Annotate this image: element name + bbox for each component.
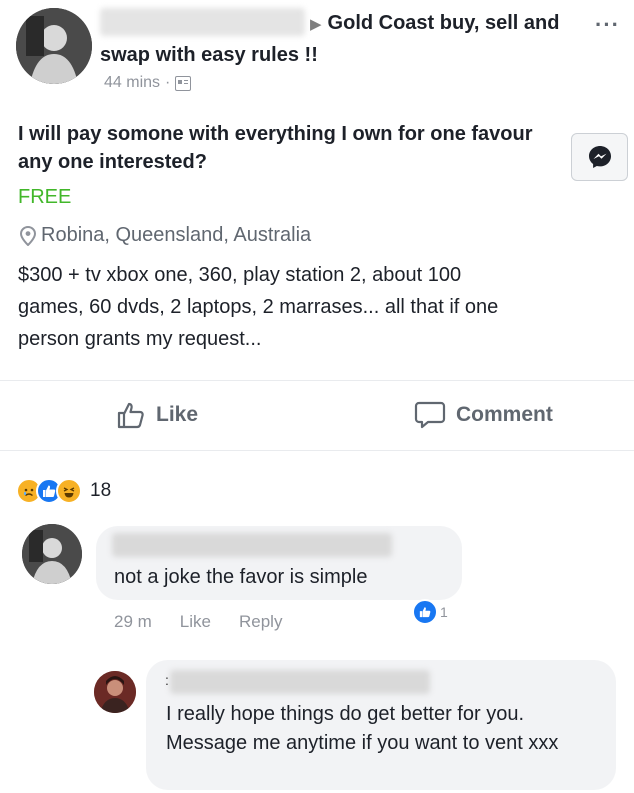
comment-text: not a joke the favor is simple xyxy=(114,566,368,588)
comment-icon xyxy=(414,401,446,429)
comment-reply-link[interactable]: Reply xyxy=(239,612,282,632)
location-pin-icon xyxy=(20,225,36,246)
listing-location: Robina, Queensland, Australia xyxy=(20,224,311,247)
reply-mark: : xyxy=(165,672,169,688)
more-options-button[interactable]: ··· xyxy=(595,12,620,38)
haha-reaction-icon xyxy=(56,478,82,504)
meta-separator: · xyxy=(165,74,171,91)
reaction-count: 18 xyxy=(90,480,112,501)
group-name-link[interactable]: Gold Coast buy, sell and swap with easy … xyxy=(100,12,559,66)
like-button[interactable]: Like xyxy=(116,400,198,430)
divider xyxy=(0,450,634,451)
comment-like-badge[interactable]: 1 xyxy=(412,599,448,625)
comment-like-count: 1 xyxy=(440,604,448,620)
comment-meta: 29 m Like Reply xyxy=(114,612,282,632)
post-time[interactable]: 44 mins xyxy=(104,74,160,92)
post-meta: 44 mins · xyxy=(104,74,192,92)
comment-time[interactable]: 29 m xyxy=(114,612,152,632)
commenter-name-redacted xyxy=(112,533,392,557)
listing-price: FREE xyxy=(18,186,72,208)
replier-name-redacted xyxy=(170,670,430,694)
marketplace-icon xyxy=(175,75,192,91)
replier-avatar[interactable] xyxy=(94,671,136,713)
thumbs-up-icon xyxy=(117,402,144,429)
commenter-avatar[interactable] xyxy=(22,524,82,584)
listing-title: I will pay somone with everything I own … xyxy=(18,123,533,173)
post-header: ▶ Gold Coast buy, sell and swap with easy… xyxy=(100,8,600,70)
description-line: $300 + tv xbox one, 360, play station 2,… xyxy=(18,264,462,286)
reactions-summary[interactable]: 18 xyxy=(16,478,111,504)
like-label: Like xyxy=(156,403,199,426)
messenger-button[interactable] xyxy=(571,133,628,181)
arrow-right-icon: ▶ xyxy=(310,16,322,33)
divider xyxy=(0,380,634,381)
messenger-icon xyxy=(588,146,611,168)
like-reaction-icon xyxy=(412,599,438,625)
comment-button[interactable]: Comment xyxy=(414,400,553,430)
location-text: Robina, Queensland, Australia xyxy=(41,224,312,246)
description-line: games, 60 dvds, 2 laptops, 2 marrases...… xyxy=(18,296,499,318)
description-line: person grants my request... xyxy=(18,328,262,350)
comment-like-link[interactable]: Like xyxy=(180,612,211,632)
comment-label: Comment xyxy=(456,403,553,426)
poster-avatar[interactable] xyxy=(16,8,92,84)
reply-text: I really hope things do get better for y… xyxy=(166,703,559,754)
listing-description: $300 + tv xbox one, 360, play station 2,… xyxy=(18,259,634,355)
